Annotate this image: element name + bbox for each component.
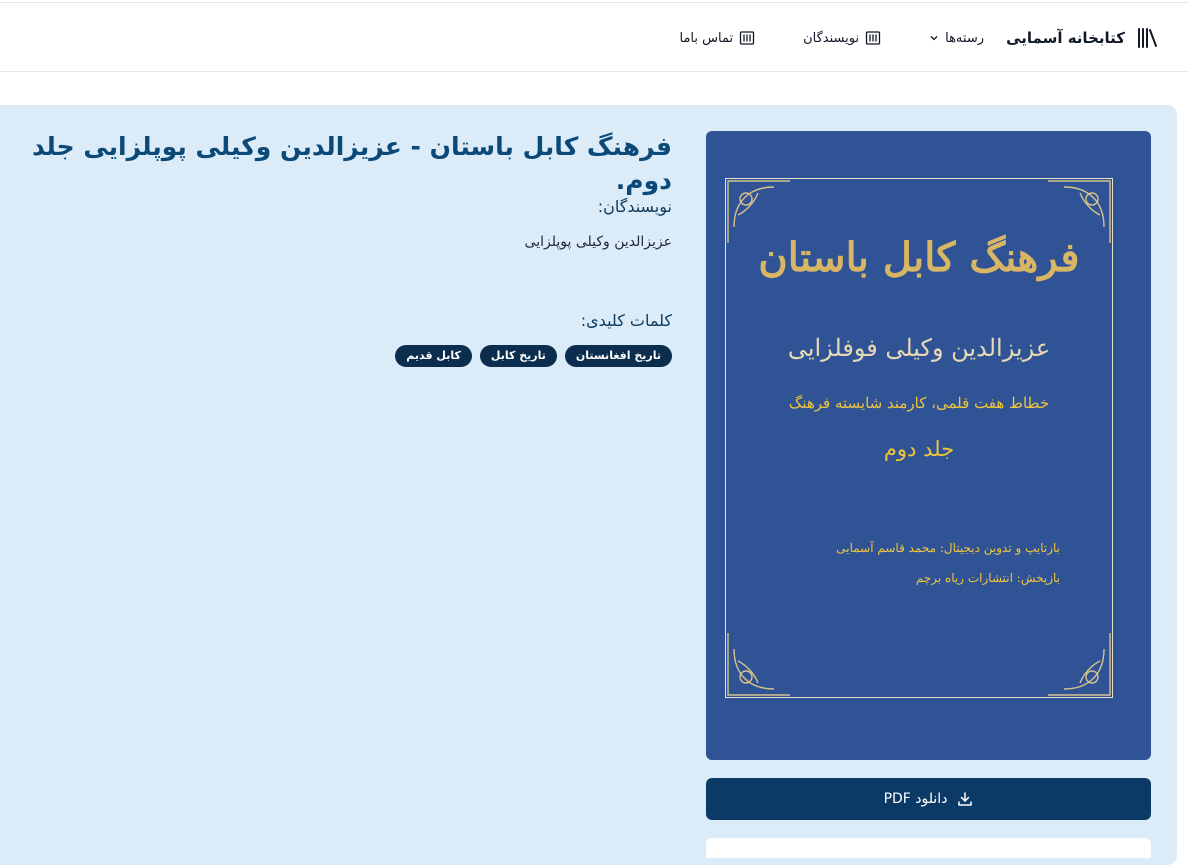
keyword-tags: تاریخ افغانستان تاریخ کابل کابل قدیم xyxy=(395,345,672,367)
download-icon xyxy=(958,792,973,806)
book-title: فرهنگ کابل باستان - عزیزالدین وکیلی پوپل… xyxy=(31,132,672,195)
keyword-tag[interactable]: تاریخ افغانستان xyxy=(564,345,672,367)
secondary-card xyxy=(706,838,1151,858)
cover-title: فرهنگ کابل باستان xyxy=(758,234,1080,281)
book-info: فرهنگ کابل باستان - عزیزالدین وکیلی پوپل… xyxy=(12,130,672,367)
keyword-tag[interactable]: کابل قدیم xyxy=(395,345,472,367)
books-icon xyxy=(739,31,755,45)
chevron-down-icon xyxy=(930,36,938,41)
authors-label: نویسندگان: xyxy=(597,197,672,216)
nav-contact-label: تماس باما xyxy=(679,30,734,46)
book-cover: فرهنگ کابل باستان عزیزالدین وکیلی فوفلزا… xyxy=(706,131,1151,760)
cover-volume: جلد دوم xyxy=(883,437,955,461)
ornament-corner-icon xyxy=(1048,633,1111,696)
site-header: کتابخانه آسمایی رسته‌ها نویسندگان تماس ب… xyxy=(0,3,1189,72)
nav-categories-label: رسته‌ها xyxy=(945,30,984,46)
books-icon xyxy=(865,31,881,45)
nav-contact[interactable]: تماس باما xyxy=(680,30,756,46)
cover-publisher: بازپخش: انتشارات ریاه برچم xyxy=(915,571,1060,585)
download-pdf-button[interactable]: دانلود PDF xyxy=(706,778,1151,820)
nav-authors-label: نویسندگان xyxy=(803,30,860,46)
cover-reprint: بازتایپ و تدوین دیجیتال: محمد قاسم آسمای… xyxy=(836,541,1060,555)
author-link[interactable]: عزیزالدین وکیلی پوپلزایی xyxy=(525,234,672,250)
cover-calligrapher: خطاط هفت قلمی، کارمند شایسته فرهنگ xyxy=(788,394,1050,412)
brand[interactable]: کتابخانه آسمایی xyxy=(1006,25,1159,51)
cover-frame: فرهنگ کابل باستان عزیزالدین وکیلی فوفلزا… xyxy=(725,178,1113,698)
main-nav: رسته‌ها نویسندگان تماس باما xyxy=(680,25,985,51)
nav-categories[interactable]: رسته‌ها xyxy=(929,31,984,46)
keywords-label: کلمات کلیدی: xyxy=(580,311,672,330)
ornament-corner-icon xyxy=(727,633,790,696)
download-pdf-label: دانلود PDF xyxy=(883,791,948,807)
cover-author: عزیزالدین وکیلی فوفلزایی xyxy=(787,334,1051,362)
keyword-tag[interactable]: تاریخ کابل xyxy=(479,345,557,367)
nav-authors[interactable]: نویسندگان xyxy=(803,30,881,46)
library-logo-icon xyxy=(1138,28,1157,48)
brand-title: کتابخانه آسمایی xyxy=(1006,29,1125,47)
